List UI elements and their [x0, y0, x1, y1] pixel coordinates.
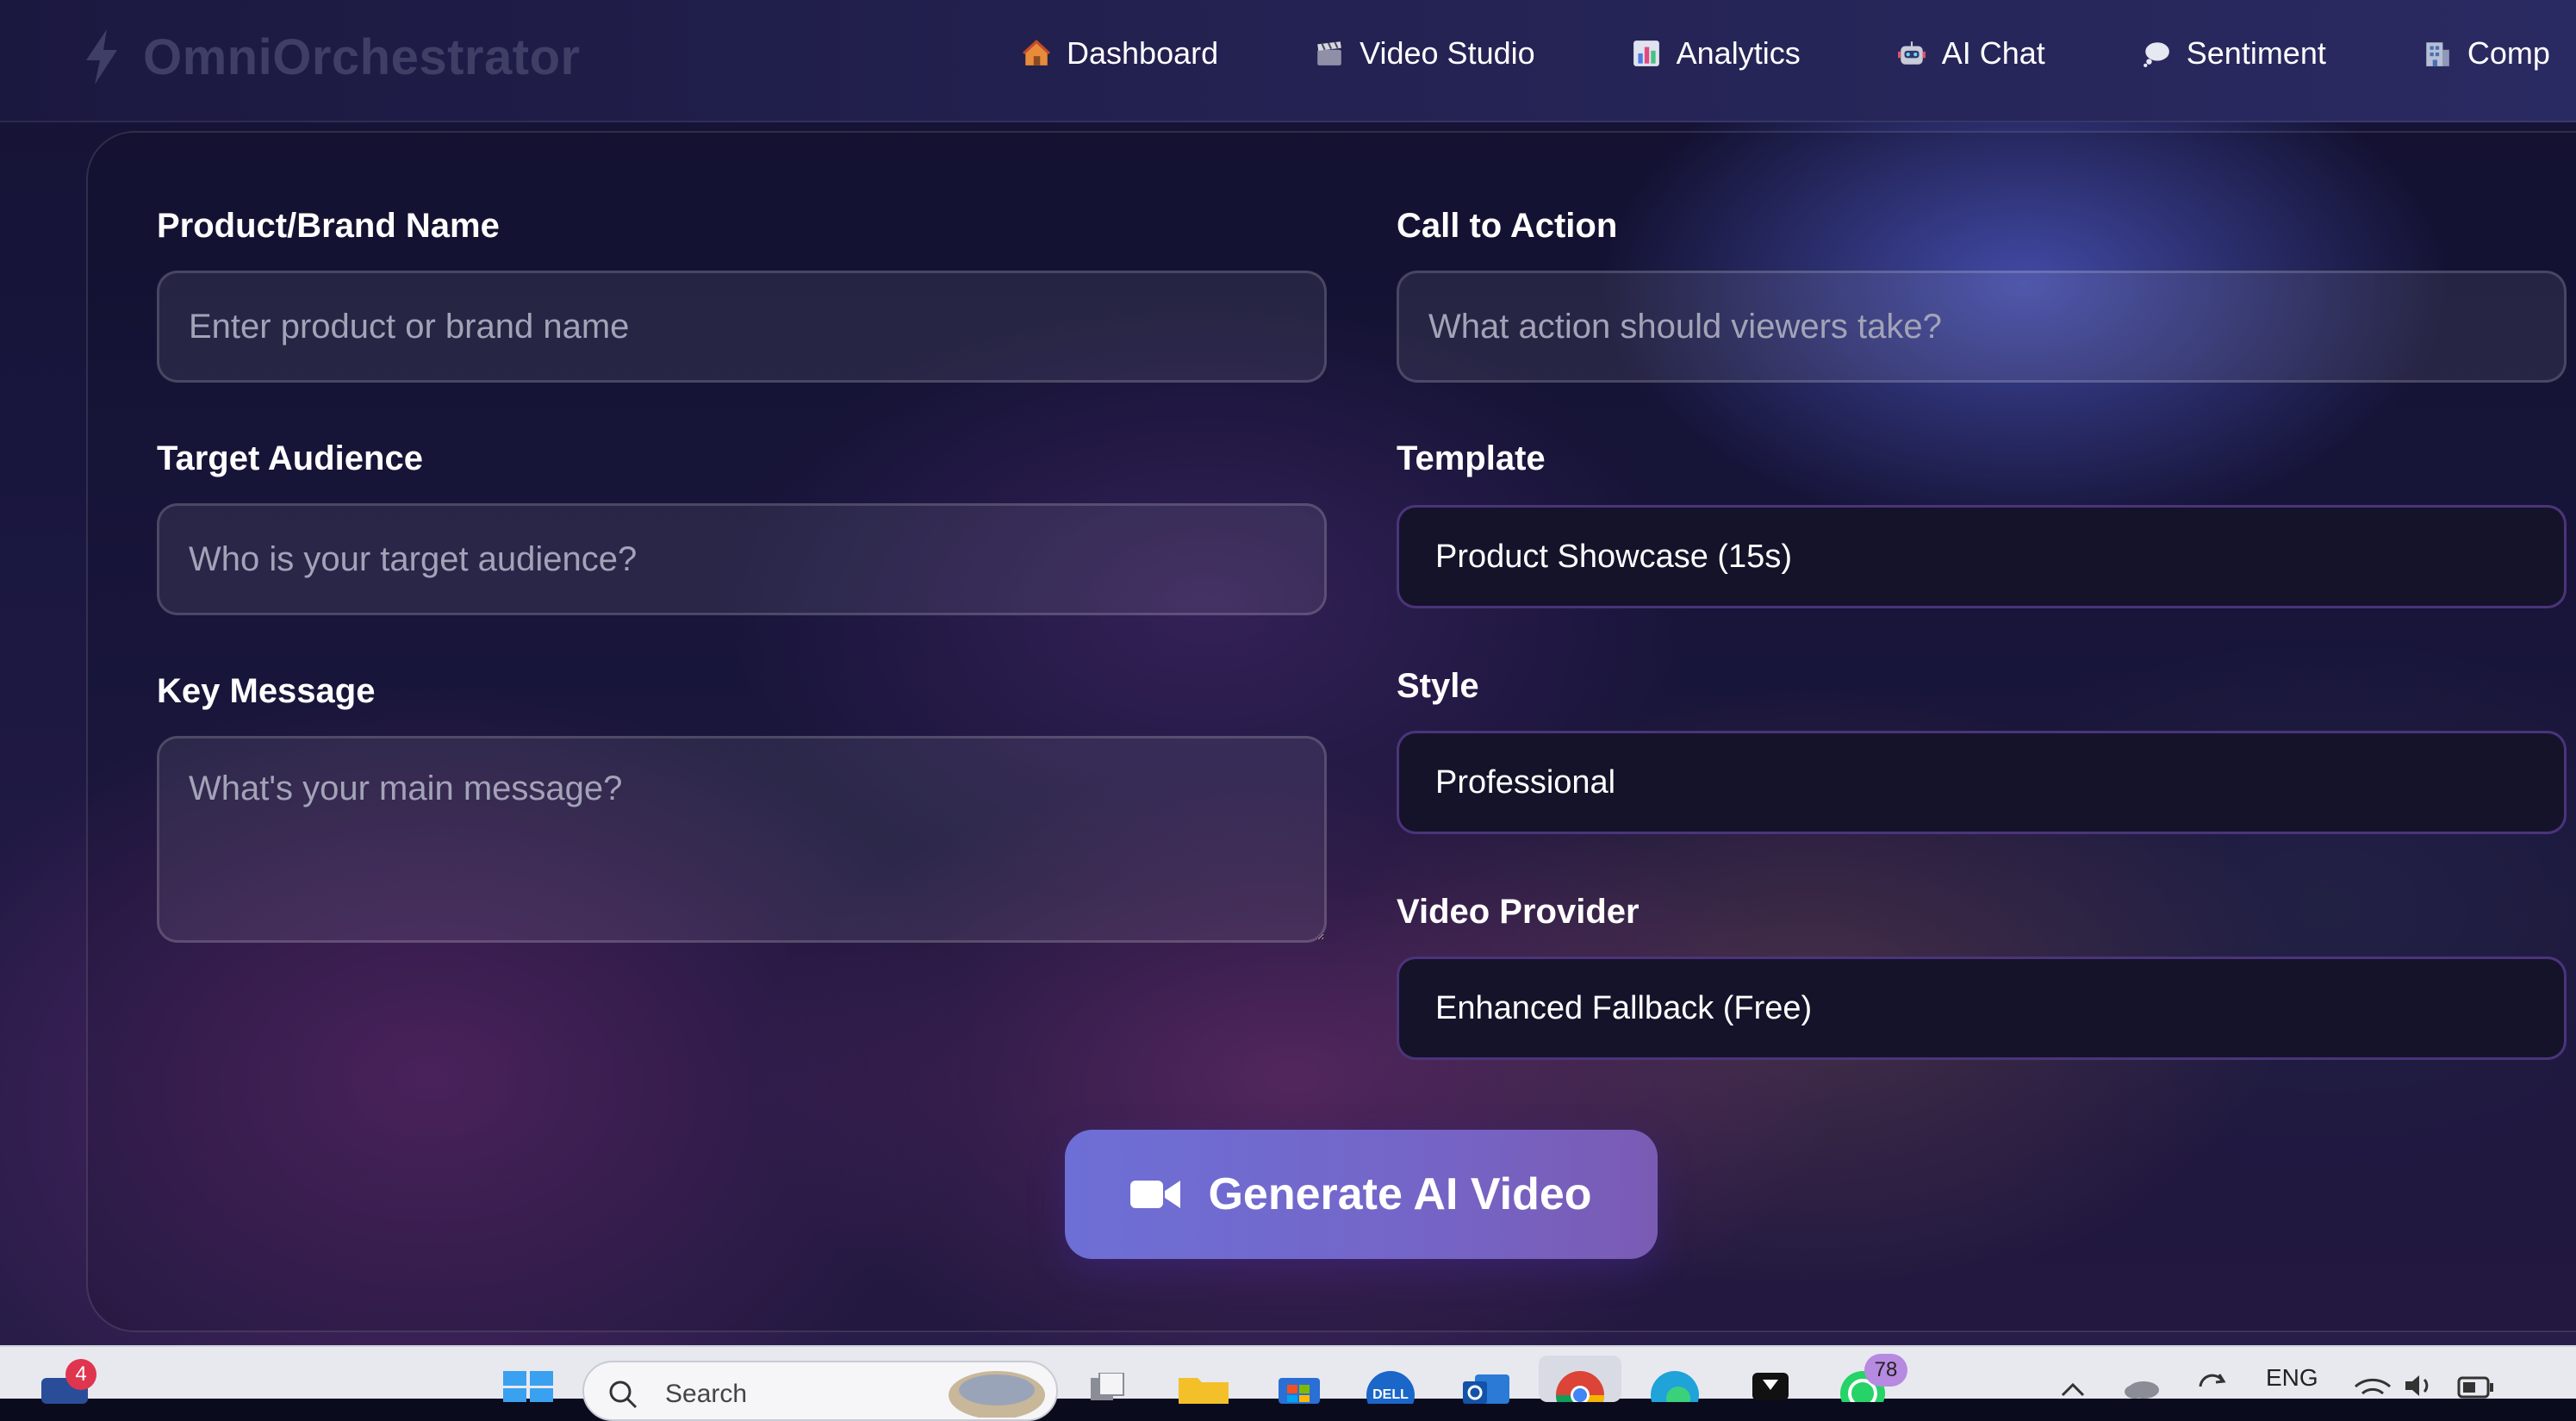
- nav-label: Comp: [2467, 35, 2550, 71]
- top-navbar: OmniOrchestrator Dashboard Video Studio: [0, 0, 2576, 122]
- nav-item-comp[interactable]: Comp: [2423, 26, 2550, 81]
- dell-icon[interactable]: DELL: [1365, 1369, 1416, 1419]
- nav-item-ai-chat[interactable]: AI Chat: [1897, 26, 2045, 81]
- chrome-icon[interactable]: [1554, 1368, 1606, 1419]
- nav-label: Dashboard: [1067, 35, 1219, 71]
- notification-badge: 4: [65, 1359, 96, 1390]
- outlook-icon[interactable]: [1461, 1369, 1513, 1408]
- onedrive-cloud-icon[interactable]: [2123, 1376, 2161, 1403]
- windows-taskbar: 4 Search DELL 78 ENG: [0, 1345, 2576, 1421]
- key-message-label: Key Message: [157, 672, 376, 710]
- video-camera-icon: [1130, 1181, 1181, 1208]
- app-logo[interactable]: OmniOrchestrator: [83, 22, 581, 91]
- generate-ai-video-button[interactable]: Generate AI Video: [1065, 1130, 1658, 1259]
- main-nav: Dashboard Video Studio Analytics AI Chat…: [1022, 26, 2550, 81]
- wifi-icon[interactable]: [2354, 1374, 2392, 1403]
- speech-bubble-icon: [2143, 42, 2169, 67]
- nav-item-dashboard[interactable]: Dashboard: [1022, 26, 1218, 81]
- nav-label: Sentiment: [2186, 35, 2326, 71]
- bar-chart-icon: [1633, 41, 1659, 66]
- volume-icon[interactable]: [2404, 1373, 2438, 1403]
- language-indicator[interactable]: ENG: [2266, 1364, 2318, 1392]
- search-label: Search: [665, 1380, 748, 1408]
- chevron-up-icon[interactable]: [2061, 1381, 2085, 1401]
- nav-label: AI Chat: [1941, 35, 2045, 71]
- product-name-label: Product/Brand Name: [157, 207, 500, 245]
- template-selected-value: Product Showcase (15s): [1435, 538, 1792, 575]
- building-icon: [2426, 42, 2449, 66]
- style-label: Style: [1397, 667, 1479, 705]
- whatsapp-badge: 78: [1864, 1354, 1907, 1387]
- taskbar-search-box[interactable]: Search: [582, 1361, 1058, 1421]
- lightning-icon: [86, 29, 117, 84]
- search-icon: [609, 1380, 638, 1409]
- call-to-action-label: Call to Action: [1397, 207, 1618, 245]
- product-name-input[interactable]: [157, 271, 1327, 383]
- search-highlight-image: [949, 1371, 1045, 1418]
- video-provider-selected-value: Enhanced Fallback (Free): [1435, 989, 1813, 1026]
- app-title: OmniOrchestrator: [143, 28, 581, 85]
- task-view-icon[interactable]: [1091, 1372, 1125, 1406]
- battery-icon[interactable]: [2457, 1374, 2495, 1403]
- nav-label: Video Studio: [1360, 35, 1535, 71]
- video-provider-label: Video Provider: [1397, 893, 1640, 931]
- target-audience-input[interactable]: [157, 503, 1327, 615]
- windows-start-icon[interactable]: [503, 1368, 555, 1406]
- video-provider-select[interactable]: Enhanced Fallback (Free): [1397, 957, 2567, 1060]
- edge-icon[interactable]: [1649, 1368, 1701, 1419]
- microsoft-store-icon[interactable]: [1275, 1369, 1323, 1408]
- nav-item-sentiment[interactable]: Sentiment: [2142, 26, 2326, 81]
- nav-item-video-studio[interactable]: Video Studio: [1315, 26, 1535, 81]
- nav-label: Analytics: [1676, 35, 1801, 71]
- sync-icon[interactable]: [2195, 1371, 2230, 1405]
- app-icon-black[interactable]: [1749, 1371, 1792, 1405]
- file-explorer-icon[interactable]: [1179, 1374, 1229, 1408]
- house-icon: [1023, 40, 1050, 65]
- svg-text:DELL: DELL: [1372, 1387, 1409, 1402]
- call-to-action-input[interactable]: [1397, 271, 2567, 383]
- template-select[interactable]: Product Showcase (15s): [1397, 505, 2567, 608]
- target-audience-label: Target Audience: [157, 439, 423, 477]
- generate-button-label: Generate AI Video: [1208, 1169, 1592, 1219]
- template-label: Template: [1397, 439, 1546, 477]
- robot-icon: [1897, 41, 1926, 65]
- nav-item-analytics[interactable]: Analytics: [1632, 26, 1801, 81]
- style-selected-value: Professional: [1435, 763, 1616, 801]
- clapperboard-icon: [1317, 41, 1341, 65]
- key-message-textarea[interactable]: [157, 736, 1327, 943]
- style-select[interactable]: Professional: [1397, 731, 2567, 834]
